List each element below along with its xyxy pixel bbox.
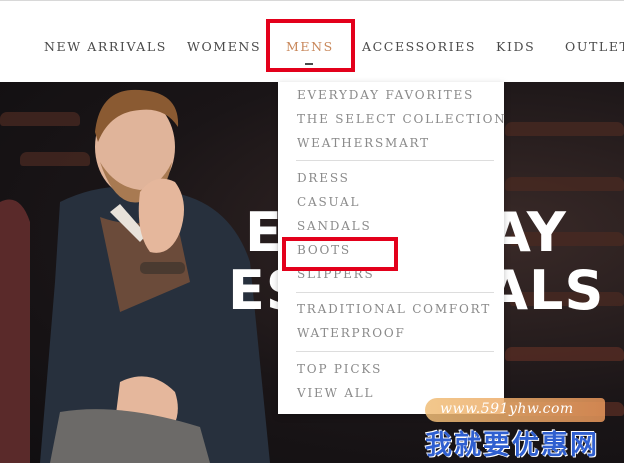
menu-item-dress[interactable]: DRESS xyxy=(297,171,350,185)
menu-item-select-collection[interactable]: THE SELECT COLLECTION xyxy=(297,112,507,126)
menu-item-weathersmart[interactable]: WEATHERSMART xyxy=(297,136,430,150)
menu-item-traditional-comfort[interactable]: TRADITIONAL COMFORT xyxy=(297,302,491,316)
menu-item-everyday-favorites[interactable]: EVERYDAY FAVORITES xyxy=(297,88,474,102)
menu-item-slippers[interactable]: SLIPPERS xyxy=(297,267,375,281)
menu-item-view-all[interactable]: VIEW ALL xyxy=(297,386,374,400)
nav-outlet[interactable]: OUTLET xyxy=(565,39,624,54)
watermark-brand: 我就要优惠网 xyxy=(425,430,599,461)
top-navigation: NEW ARRIVALS WOMENS MENS ACCESSORIES KID… xyxy=(0,0,624,82)
active-indicator xyxy=(305,63,313,65)
menu-divider xyxy=(296,351,494,352)
menu-item-top-picks[interactable]: TOP PICKS xyxy=(297,362,382,376)
menu-item-casual[interactable]: CASUAL xyxy=(297,195,360,209)
menu-item-boots[interactable]: BOOTS xyxy=(297,243,351,257)
menu-divider xyxy=(296,292,494,293)
menu-divider xyxy=(296,160,494,161)
mens-dropdown-menu: EVERYDAY FAVORITES THE SELECT COLLECTION… xyxy=(278,82,507,414)
nav-mens[interactable]: MENS xyxy=(286,39,334,54)
menu-item-waterproof[interactable]: WATERPROOF xyxy=(297,326,406,340)
nav-womens[interactable]: WOMENS xyxy=(187,39,261,54)
menu-item-sandals[interactable]: SANDALS xyxy=(297,219,371,233)
watermark-url: www.591yhw.com xyxy=(440,401,574,417)
nav-kids[interactable]: KIDS xyxy=(496,39,535,54)
nav-new-arrivals[interactable]: NEW ARRIVALS xyxy=(44,39,167,54)
nav-accessories[interactable]: ACCESSORIES xyxy=(362,39,476,54)
